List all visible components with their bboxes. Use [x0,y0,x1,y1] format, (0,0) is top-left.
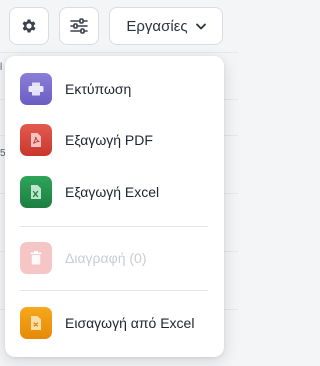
menu-item-export-pdf[interactable]: Εξαγωγή PDF [5,120,224,160]
tasks-dropdown-button[interactable]: Εργασίες [109,7,223,45]
menu-item-label: Διαγραφή (0) [65,250,147,266]
excel-file-icon [20,176,52,208]
menu-item-export-excel[interactable]: Εξαγωγή Excel [5,172,224,212]
tasks-menu: Εκτύπωση Εξαγωγή PDF Εξαγωγή Excel Διαγρ… [5,56,224,357]
menu-item-label: Εξαγωγή Excel [65,184,160,200]
sliders-icon [70,18,88,34]
trash-icon [20,242,52,274]
import-file-icon [20,307,52,339]
chevron-down-icon [195,23,206,29]
printer-icon [20,73,52,105]
menu-item-delete[interactable]: Διαγραφή (0) [5,238,224,278]
table-cell-fragment: l [0,62,3,73]
menu-item-label: Εξαγωγή PDF [65,132,153,148]
settings-button[interactable] [9,7,49,45]
filters-button[interactable] [59,7,99,45]
menu-item-import-excel[interactable]: Εισαγωγή από Excel [5,303,224,343]
tasks-label: Εργασίες [126,17,188,35]
table-divider [0,52,238,53]
pdf-file-icon [20,124,52,156]
menu-item-label: Εισαγωγή από Excel [65,315,195,331]
page: l 5 Εργασίες Εκτύπωση Εξαγωγή PDF Εξαγωγ… [0,0,238,366]
menu-item-label: Εκτύπωση [65,81,132,97]
menu-item-print[interactable]: Εκτύπωση [5,69,224,109]
gear-icon [22,19,36,33]
menu-separator [20,290,208,291]
menu-separator [20,226,208,227]
